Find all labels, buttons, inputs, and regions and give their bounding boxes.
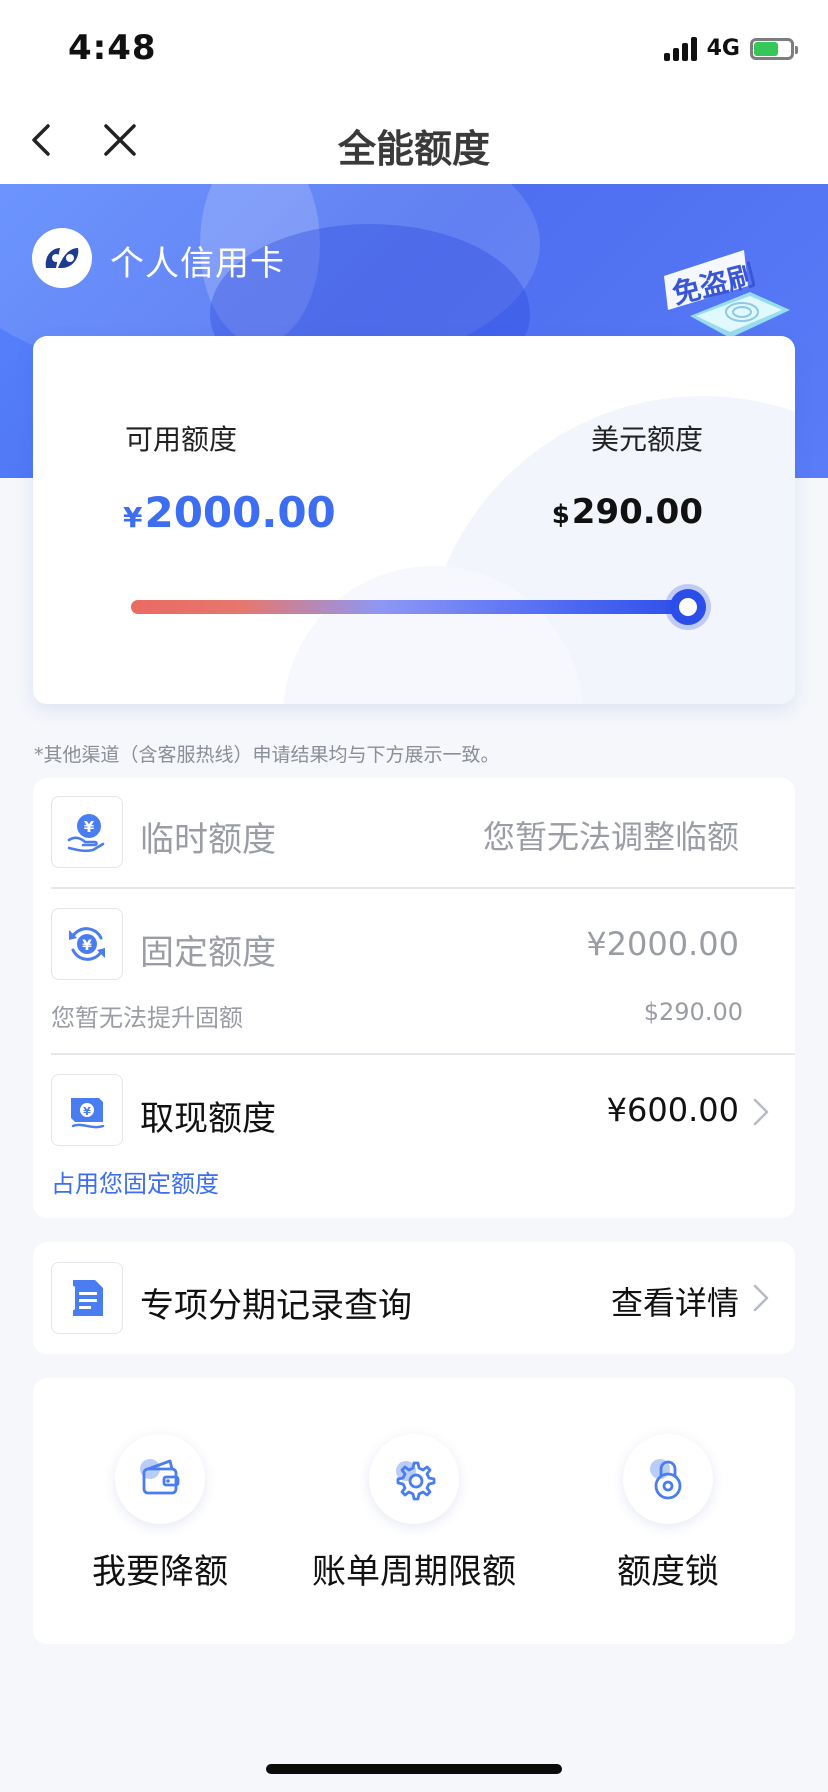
cash-limit-note-link[interactable]: 占用您固定额度 [51, 1164, 219, 1199]
cash-limit-title: 取现额度 [140, 1099, 276, 1139]
fixed-limit-value: ¥2000.00 [586, 925, 739, 963]
fixed-limit-note: 您暂无法提升固额 [51, 1004, 243, 1032]
quick-actions: 我要降额 账单周期限额 额度锁 [33, 1378, 795, 1644]
limit-lock-action[interactable]: 额度锁 [541, 1434, 795, 1593]
fixed-limit-usd: $290.00 [643, 998, 743, 1026]
chevron-right-icon[interactable] [751, 1094, 773, 1130]
status-bar: 4:48 4G [0, 0, 828, 96]
limit-lock-label: 额度锁 [617, 1552, 719, 1592]
battery-icon [750, 37, 798, 60]
notice-text: *其他渠道（含客服热线）申请结果均与下方展示一致。 [34, 744, 500, 766]
view-details-link[interactable]: 查看详情 [611, 1278, 739, 1324]
reduce-limit-action[interactable]: 我要降额 [33, 1434, 287, 1593]
billing-cycle-limit-label: 账单周期限额 [312, 1552, 516, 1592]
chevron-right-icon[interactable] [751, 1280, 773, 1316]
available-amount-value: 2000.00 [144, 488, 336, 537]
wallet-icon[interactable] [115, 1434, 205, 1524]
installment-record-row[interactable]: 专项分期记录查询 查看详情 [33, 1242, 795, 1354]
temporary-limit-title: 临时额度 [140, 820, 276, 860]
temporary-limit-status: 您暂无法调整临额 [482, 818, 739, 856]
network-type: 4G [706, 36, 740, 61]
cash-limit-value: ¥600.00 [606, 1091, 739, 1129]
anti-fraud-badge: 免盗刷 [660, 246, 792, 342]
available-limit-label: 可用额度 [125, 423, 238, 456]
document-icon [51, 1262, 123, 1334]
limit-slider-track[interactable] [131, 600, 686, 614]
available-currency-symbol: ¥ [123, 501, 143, 534]
status-indicators: 4G [663, 36, 798, 61]
usd-amount-value: 290.00 [571, 492, 703, 532]
available-limit-amount: ¥ 2000.00 [123, 488, 336, 537]
svg-text:¥: ¥ [83, 1105, 91, 1118]
lock-icon[interactable] [623, 1434, 713, 1524]
limit-card: 可用额度 美元额度 ¥ 2000.00 $ 290.00 [33, 336, 795, 704]
limit-slider-thumb[interactable] [670, 589, 706, 625]
status-time: 4:48 [68, 28, 157, 68]
card-type-label: 个人信用卡 [110, 244, 285, 284]
bank-logo-icon [32, 228, 92, 288]
signal-strength-icon [663, 36, 697, 61]
installment-record-title: 专项分期记录查询 [140, 1286, 412, 1326]
usd-limit-label: 美元额度 [590, 423, 703, 456]
reduce-limit-label: 我要降额 [92, 1552, 228, 1592]
fixed-limit-title: 固定额度 [140, 933, 276, 973]
cash-note-icon: ¥ [51, 1074, 123, 1146]
yen-refresh-icon: ¥ [51, 908, 123, 980]
home-indicator [266, 1764, 562, 1774]
gear-icon[interactable] [369, 1434, 459, 1524]
usd-limit-amount: $ 290.00 [552, 492, 703, 532]
billing-cycle-limit-action[interactable]: 账单周期限额 [287, 1434, 541, 1593]
svg-text:¥: ¥ [82, 938, 92, 954]
yen-hand-icon: ¥ [51, 796, 123, 868]
usd-currency-symbol: $ [551, 500, 570, 530]
page-title: 全能额度 [337, 127, 490, 171]
nav-bar: 全能额度 [0, 96, 828, 184]
limits-list: ¥ 临时额度 您暂无法调整临额 ¥ 固定额度 ¥2000.00 您暂无法提升固额… [33, 778, 795, 1218]
svg-text:¥: ¥ [84, 818, 95, 836]
